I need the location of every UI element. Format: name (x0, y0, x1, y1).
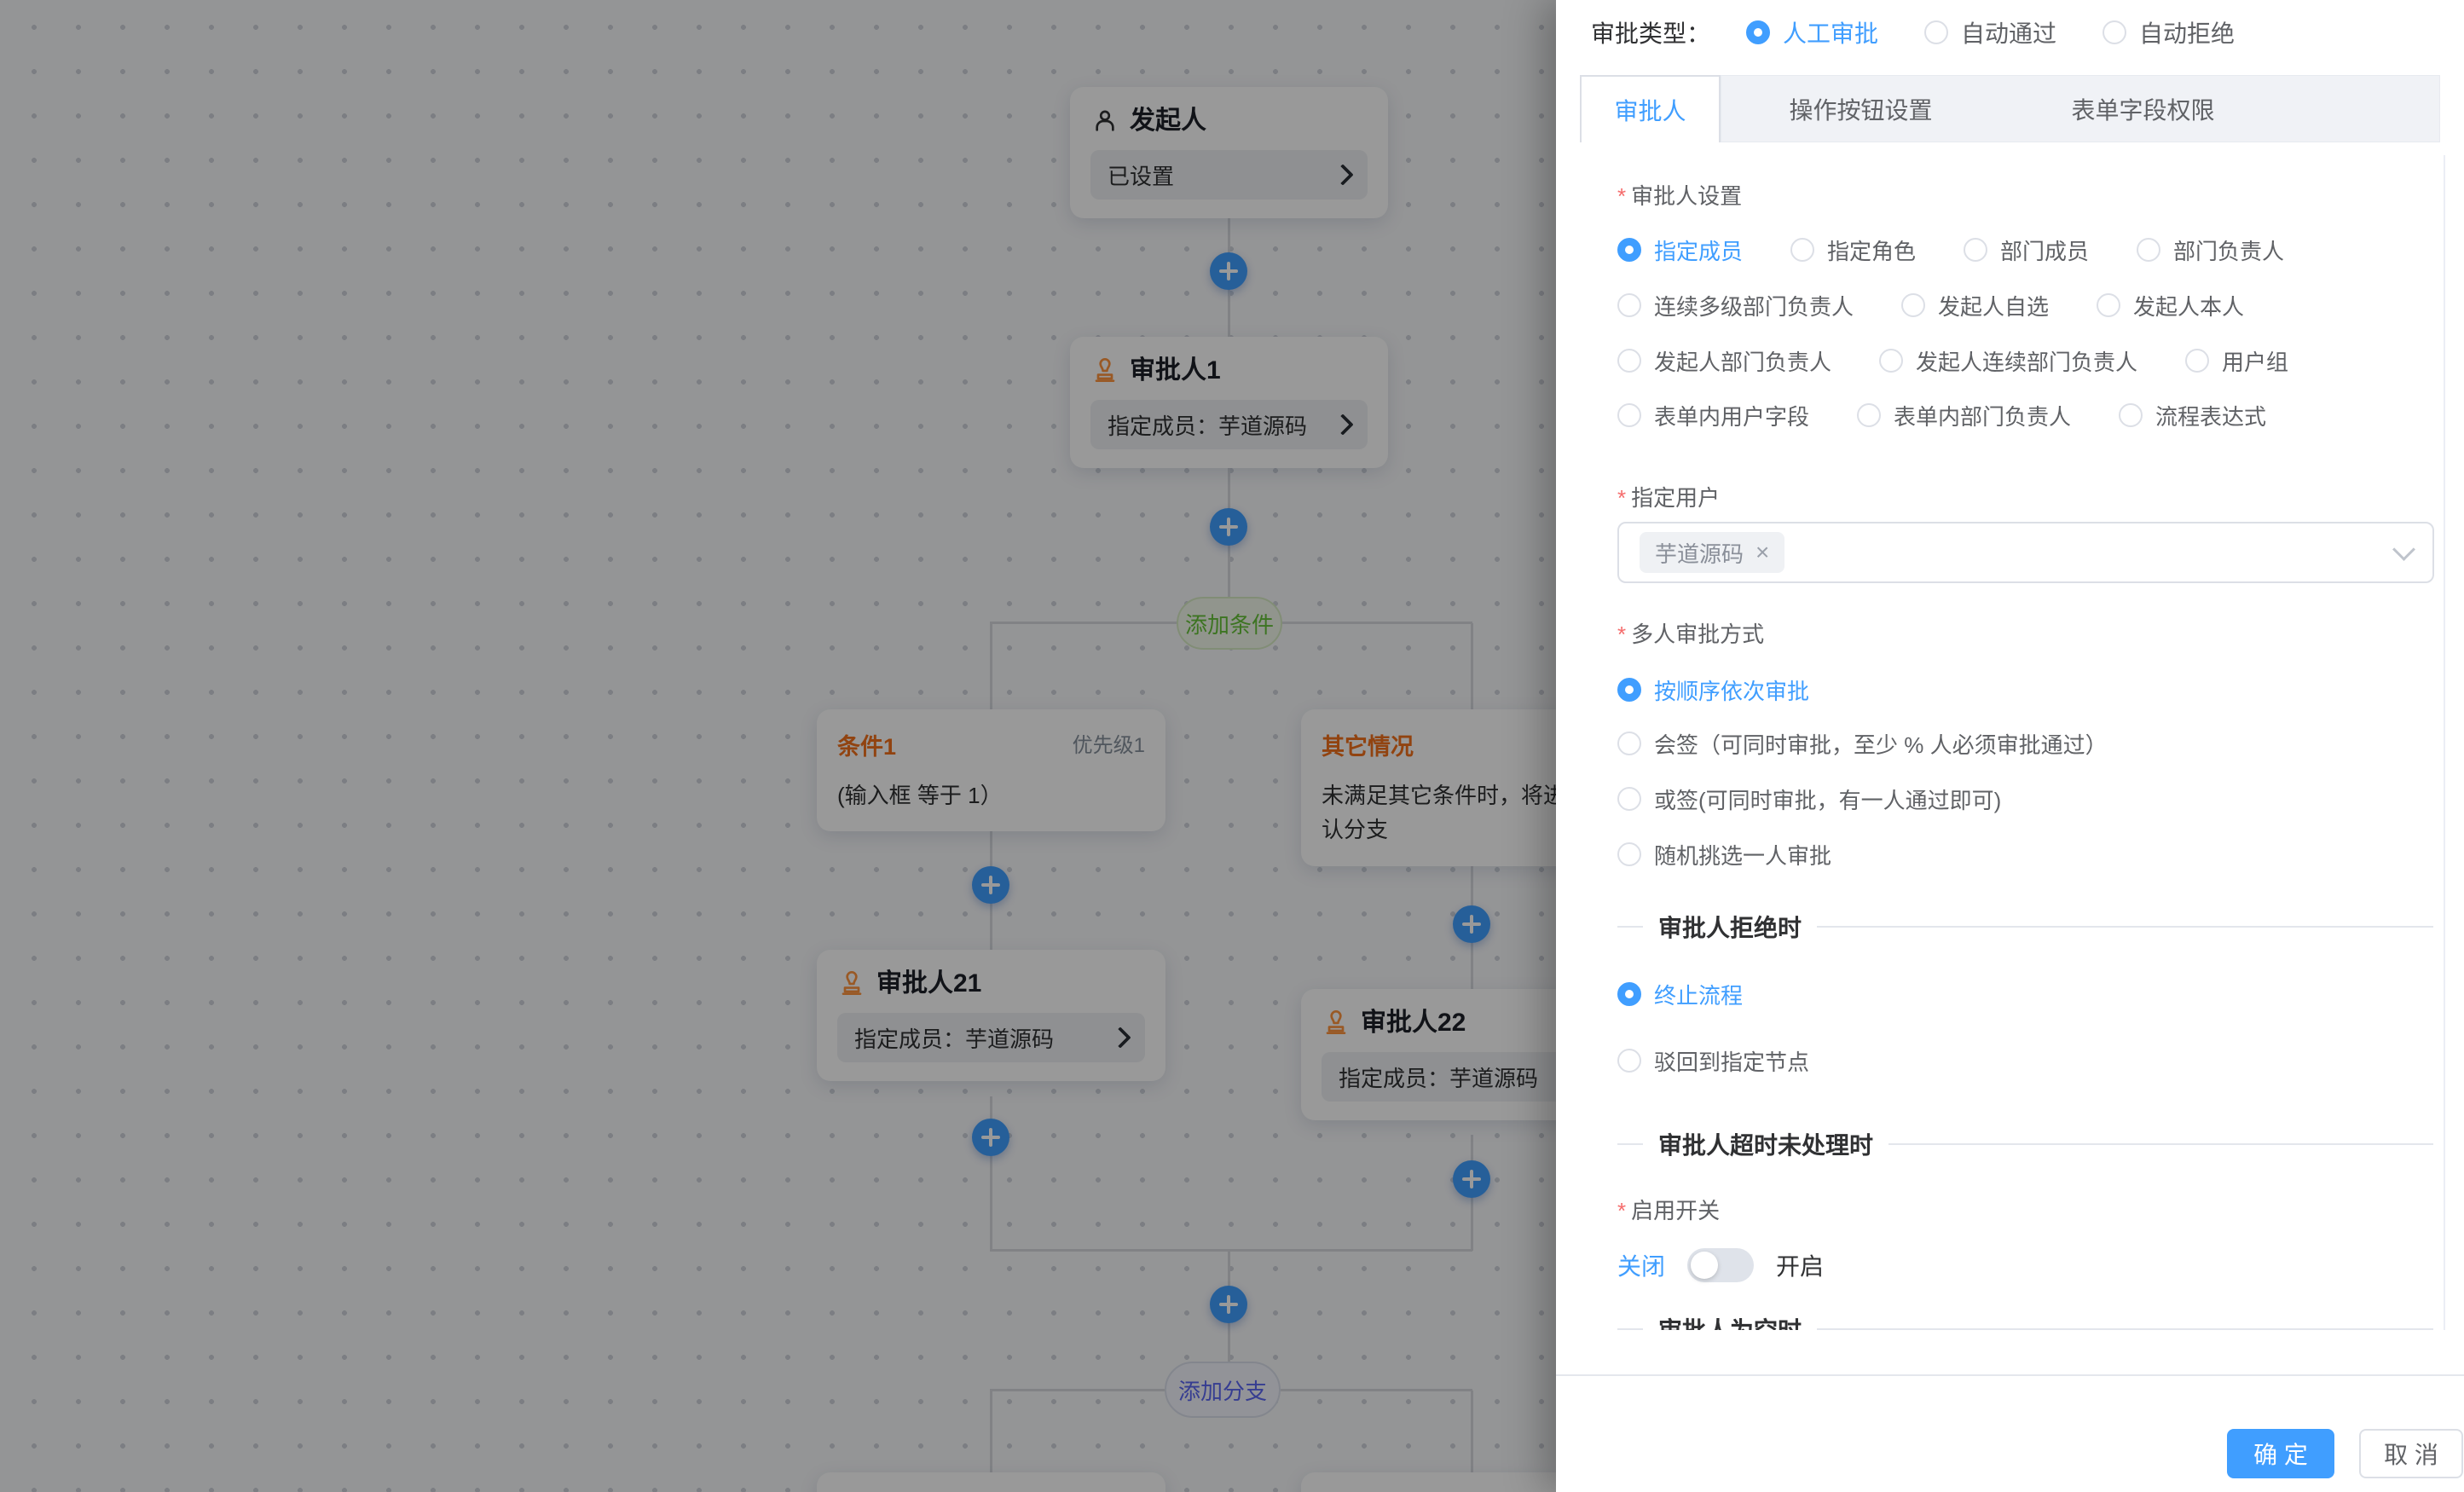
switch-on-label: 开启 (1776, 1248, 1824, 1282)
chevron-down-icon (2392, 538, 2415, 561)
close-icon[interactable]: × (1755, 541, 1769, 564)
radio-random-one[interactable]: 随机挑选一人审批 (1617, 839, 1831, 870)
radio-icon (1964, 238, 1987, 262)
empty-approver-section-divider: 审批人为空时 (1617, 1315, 2433, 1330)
radio-icon (1617, 238, 1641, 262)
radio-flow-expression[interactable]: 流程表达式 (2119, 400, 2266, 431)
required-asterisk: * (1617, 183, 1626, 209)
radio-icon (1617, 787, 1641, 811)
required-asterisk: * (1617, 1198, 1626, 1223)
tab-approver[interactable]: 审批人 (1580, 75, 1721, 142)
approver-setting-row: 连续多级部门负责人 发起人自选 发起人本人 (1617, 291, 2244, 320)
radio-icon (2185, 349, 2209, 373)
approver-setting-label: *审批人设置 (1617, 179, 1742, 211)
enable-switch-row: 关闭 开启 (1617, 1246, 1824, 1284)
radio-icon (1901, 293, 1925, 317)
radio-icon (1857, 403, 1881, 427)
radio-sequential-approve[interactable]: 按顺序依次审批 (1617, 674, 1809, 706)
radio-dept-member[interactable]: 部门成员 (1964, 234, 2089, 266)
radio-icon (1617, 732, 1641, 755)
switch-off-label: 关闭 (1617, 1248, 1665, 1282)
radio-multi-level-dept-leader[interactable]: 连续多级部门负责人 (1617, 290, 1854, 321)
timeout-section-divider: 审批人超时未处理时 (1617, 1130, 2433, 1159)
panel-tabs: 审批人 操作按钮设置 表单字段权限 (1580, 75, 2440, 142)
confirm-button[interactable]: 确 定 (2227, 1429, 2334, 1478)
radio-icon (1617, 349, 1641, 373)
required-asterisk: * (1617, 622, 1626, 647)
enable-switch-label: *启用开关 (1617, 1194, 1720, 1225)
radio-manual-approve[interactable]: 人工审批 (1746, 15, 1878, 49)
radio-icon (1617, 982, 1641, 1006)
tab-form-field-permission[interactable]: 表单字段权限 (2000, 76, 2286, 142)
empty-approver-section-title: 审批人为空时 (1658, 1312, 1802, 1330)
radio-dept-leader[interactable]: 部门负责人 (2137, 234, 2284, 266)
radio-icon (1879, 349, 1903, 373)
tab-action-buttons[interactable]: 操作按钮设置 (1721, 76, 2000, 142)
radio-form-user-field[interactable]: 表单内用户字段 (1617, 400, 1809, 431)
radio-assign-role[interactable]: 指定角色 (1790, 234, 1916, 266)
radio-auto-pass[interactable]: 自动通过 (1924, 15, 2056, 49)
radio-icon (2137, 238, 2160, 262)
approval-type-label: 审批类型： (1591, 15, 1710, 49)
radio-starter-select[interactable]: 发起人自选 (1901, 290, 2049, 321)
radio-icon (1746, 20, 1770, 44)
radio-user-group[interactable]: 用户组 (2185, 345, 2288, 377)
multi-approve-label: *多人审批方式 (1617, 617, 1764, 649)
radio-icon (1790, 238, 1814, 262)
radio-starter-multi-dept-leader[interactable]: 发起人连续部门负责人 (1879, 345, 2137, 377)
approver-setting-row: 表单内用户字段 表单内部门负责人 流程表达式 (1617, 401, 2266, 430)
footer-divider (1556, 1374, 2464, 1376)
radio-icon (1924, 20, 1948, 44)
radio-form-dept-leader[interactable]: 表单内部门负责人 (1857, 400, 2071, 431)
scroll-track[interactable] (2444, 155, 2445, 1330)
radio-icon (1617, 842, 1641, 866)
approval-type-row: 审批类型： 人工审批 自动通过 自动拒绝 (1591, 7, 2235, 58)
reject-section-divider: 审批人拒绝时 (1617, 912, 2433, 941)
approver-setting-row: 指定成员 指定角色 部门成员 部门负责人 (1617, 235, 2284, 264)
radio-auto-reject[interactable]: 自动拒绝 (2102, 15, 2235, 49)
assigned-user-label: *指定用户 (1617, 481, 1720, 512)
radio-countersign[interactable]: 会签（可同时审批，至少 % 人必须审批通过） (1617, 728, 2108, 760)
radio-icon (1617, 403, 1641, 427)
radio-return-to-node[interactable]: 驳回到指定节点 (1617, 1045, 1809, 1077)
required-asterisk: * (1617, 485, 1626, 511)
radio-terminate-flow[interactable]: 终止流程 (1617, 979, 1743, 1010)
panel-scroll-content[interactable]: *审批人设置 指定成员 指定角色 部门成员 部门负责人 连续多级部门负责人 发起… (1556, 145, 2464, 1330)
radio-starter-self[interactable]: 发起人本人 (2097, 290, 2244, 321)
timeout-section-title: 审批人超时未处理时 (1658, 1127, 1873, 1161)
radio-icon (1617, 678, 1641, 702)
radio-icon (1617, 1049, 1641, 1073)
radio-icon (2119, 403, 2143, 427)
user-tag[interactable]: 芋道源码 × (1640, 532, 1784, 573)
assigned-user-select[interactable]: 芋道源码 × (1617, 522, 2434, 583)
radio-assign-member[interactable]: 指定成员 (1617, 234, 1743, 266)
cancel-button[interactable]: 取 消 (2359, 1429, 2463, 1478)
approval-config-panel: 审批类型： 人工审批 自动通过 自动拒绝 审批人 操作按钮设置 (1556, 0, 2464, 1492)
enable-toggle[interactable] (1687, 1248, 1754, 1282)
radio-icon (1617, 293, 1641, 317)
radio-starter-dept-leader[interactable]: 发起人部门负责人 (1617, 345, 1831, 377)
radio-icon (2102, 20, 2126, 44)
radio-or-sign[interactable]: 或签(可同时审批，有一人通过即可) (1617, 784, 2001, 815)
workflow-approval-designer: 发起人 已设置 审批人1 指定成员：芋道源码 (0, 0, 2464, 1492)
approver-setting-row: 发起人部门负责人 发起人连续部门负责人 用户组 (1617, 346, 2288, 375)
radio-icon (2097, 293, 2120, 317)
reject-section-title: 审批人拒绝时 (1658, 910, 1802, 944)
